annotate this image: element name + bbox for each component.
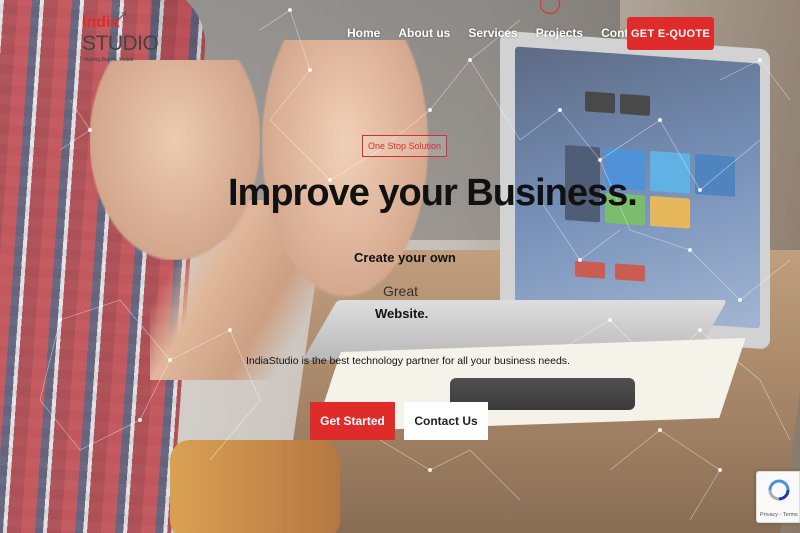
- contact-us-button[interactable]: Contact Us: [404, 402, 488, 440]
- nav-item-projects[interactable]: Projects: [536, 26, 583, 40]
- hero-subtitle-line-2: Great: [383, 283, 419, 299]
- nav-item-home[interactable]: Home: [347, 26, 380, 40]
- logo-tagline: Making Brands Visible: [84, 57, 134, 63]
- hero-subtitle-line-1: Create your own: [354, 250, 456, 265]
- logo-brand-bottom: STUDIO: [82, 32, 159, 55]
- main-navigation: Home About us Services Projects Contact: [347, 26, 664, 40]
- get-started-button[interactable]: Get Started: [310, 402, 395, 440]
- hero-title: Improve your Business.: [228, 172, 638, 214]
- recaptcha-privacy-terms[interactable]: Privacy - Terms: [760, 512, 798, 518]
- india-studio-logo[interactable]: India STUDIO Making Brands Visible: [82, 10, 159, 65]
- recaptcha-icon: [768, 479, 790, 501]
- logo-brand-top: India: [82, 14, 120, 31]
- network-lines-decoration: [39, 8, 791, 521]
- get-e-quote-button[interactable]: GET E-QUOTE: [627, 17, 714, 50]
- recaptcha-badge[interactable]: Privacy - Terms: [756, 471, 800, 523]
- nav-item-services[interactable]: Services: [468, 26, 517, 40]
- nav-item-about-us[interactable]: About us: [398, 26, 450, 40]
- hero-description: IndiaStudio is the best technology partn…: [246, 355, 570, 367]
- hero-badge: One Stop Solution: [362, 135, 448, 157]
- hero-subtitle-line-3: Website.: [375, 306, 429, 321]
